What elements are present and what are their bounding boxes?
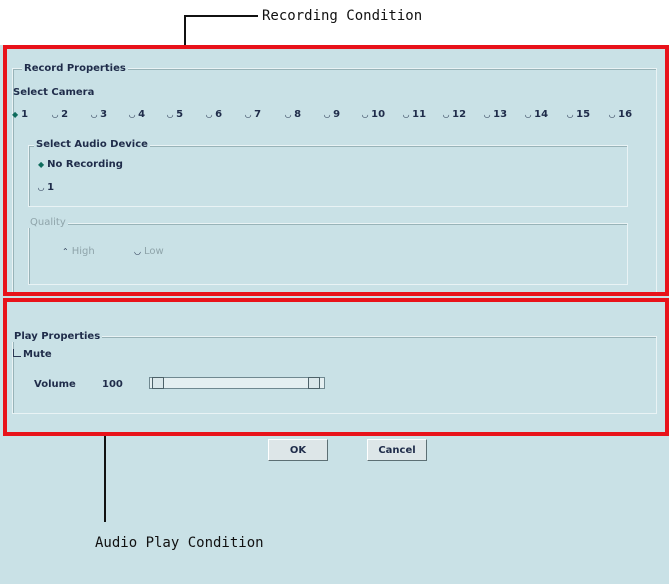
cancel-button[interactable]: Cancel	[367, 439, 427, 461]
recording-condition-highlight	[3, 45, 669, 296]
recording-callout-line-v	[184, 15, 186, 45]
recording-condition-callout: Recording Condition	[262, 8, 423, 24]
audio-play-condition-highlight	[3, 298, 669, 436]
audio-callout-line-v	[104, 436, 106, 522]
recording-callout-line-h	[184, 15, 258, 17]
audio-play-condition-callout: Audio Play Condition	[95, 535, 264, 551]
ok-button[interactable]: OK	[268, 439, 328, 461]
